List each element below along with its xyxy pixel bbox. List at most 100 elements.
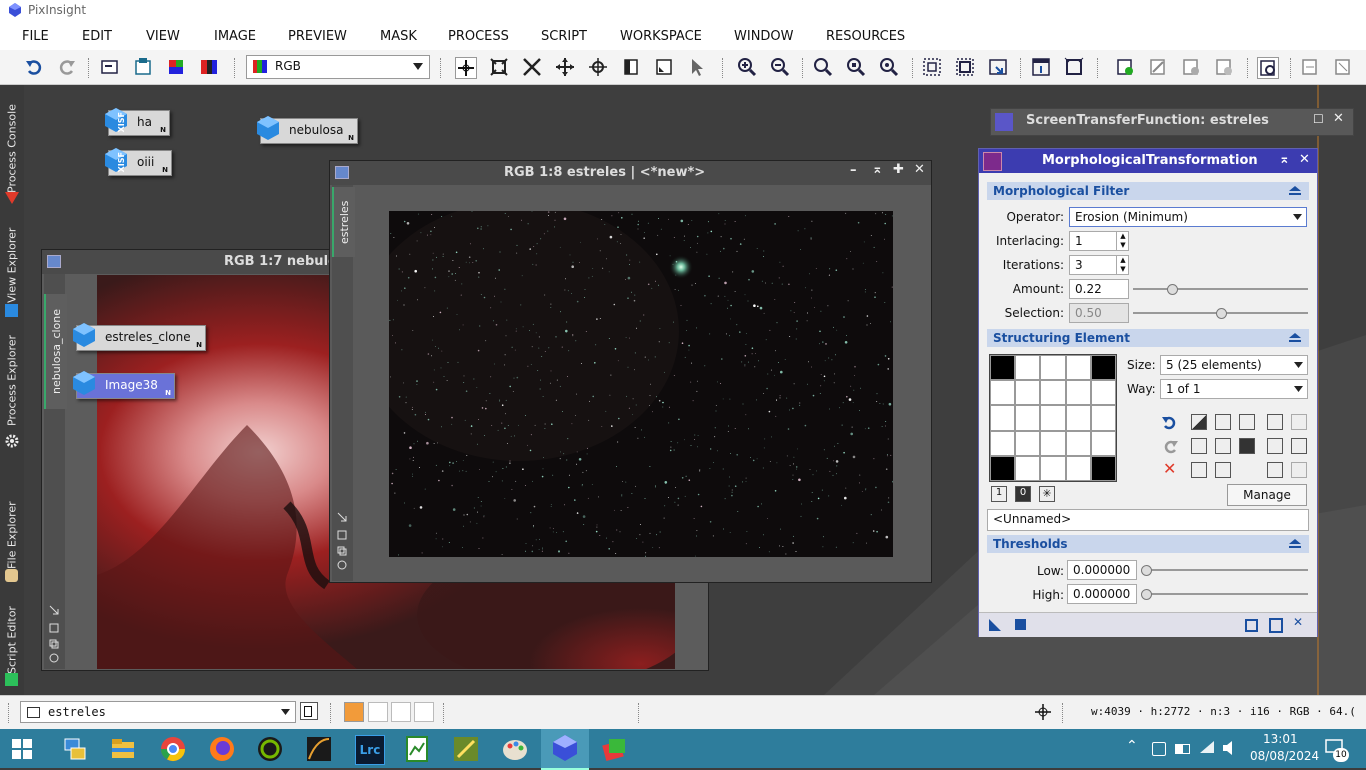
selection-slider-handle[interactable] [1216, 308, 1227, 319]
iterations-stepper[interactable]: ▲▼ [1116, 256, 1129, 274]
structure-cell[interactable] [990, 380, 1015, 405]
stf-close-icon[interactable]: ✕ [1333, 111, 1344, 126]
nvidia-app-icon[interactable] [256, 735, 284, 763]
amount-slider[interactable] [1133, 288, 1308, 290]
mask-select-icon[interactable] [1148, 57, 1168, 77]
windows-start-icon[interactable] [12, 739, 32, 759]
zoom-out-icon[interactable] [770, 57, 790, 77]
structure-name-field[interactable]: <Unnamed> [987, 509, 1309, 531]
stf-float-icon[interactable]: ☐ [1313, 112, 1324, 126]
browse-doc-icon[interactable] [1245, 619, 1258, 632]
lightroom-classic-icon[interactable]: Lrc [355, 735, 385, 765]
copy-way-icon[interactable] [1267, 438, 1283, 454]
orthogonal-structure-icon[interactable] [1191, 462, 1207, 478]
new-instance-icon[interactable] [989, 619, 1001, 631]
paste-way-icon[interactable] [1291, 438, 1307, 454]
structure-cell[interactable] [1091, 456, 1116, 481]
structure-cell[interactable] [1066, 380, 1091, 405]
section-thresholds[interactable]: Thresholds [987, 535, 1309, 553]
volume-icon[interactable] [1222, 740, 1238, 756]
structure-cell[interactable] [1015, 431, 1040, 456]
menu-image[interactable]: IMAGE [214, 29, 256, 44]
high-slider[interactable] [1143, 593, 1308, 595]
menu-window[interactable]: WINDOW [734, 29, 794, 44]
morph-titlebar[interactable]: MorphologicalTransformation ⌅ ✕ [979, 149, 1317, 173]
fullscreen-icon[interactable] [1064, 57, 1084, 77]
view-toggle-icon[interactable] [300, 702, 318, 720]
apply-icon[interactable] [1015, 619, 1026, 630]
preview-slot-1[interactable] [344, 702, 364, 722]
mask-remove-icon[interactable] [1181, 57, 1201, 77]
section-morphological-filter[interactable]: Morphological Filter [987, 182, 1309, 200]
pan-mode-icon[interactable] [522, 57, 542, 77]
pixinsight-task-active[interactable] [541, 729, 589, 770]
zoom-in-icon[interactable] [737, 57, 757, 77]
stf-window[interactable]: ScreenTransferFunction: estreles ☐ ✕ [990, 108, 1354, 136]
shade-icon[interactable]: ⌅ [872, 162, 883, 177]
structure-cell[interactable] [1066, 405, 1091, 430]
selection-field[interactable]: 0.50 [1069, 303, 1129, 323]
diagonal-structure-icon[interactable] [1215, 462, 1231, 478]
reset-icon[interactable]: ✕ [1293, 615, 1303, 629]
structure-cell[interactable] [1040, 456, 1065, 481]
zoom-mode-icon[interactable] [489, 57, 509, 77]
preview-slot-4[interactable] [414, 702, 434, 722]
maximize-window-icon[interactable] [1031, 57, 1051, 77]
amount-field[interactable]: 0.22 [1069, 279, 1129, 299]
structure-cell[interactable] [1015, 380, 1040, 405]
high-slider-handle[interactable] [1141, 589, 1152, 600]
clock-time[interactable]: 13:01 [1263, 732, 1298, 746]
structure-cell[interactable] [1091, 355, 1116, 380]
channel-extract-icon[interactable] [166, 57, 186, 77]
file-explorer-icon[interactable] [109, 735, 137, 763]
battery-icon[interactable] [1175, 744, 1190, 754]
set-one-icon[interactable] [1239, 414, 1255, 430]
zoom-2-1-icon[interactable] [879, 57, 899, 77]
rotate-structure-icon[interactable] [1215, 414, 1231, 430]
icon-nebulosa[interactable]: nebulosaN [260, 118, 358, 144]
invert-structure-icon[interactable] [1191, 414, 1207, 430]
structure-cell[interactable] [1066, 456, 1091, 481]
move-icon[interactable] [555, 57, 575, 77]
sparkle-app-icon[interactable] [452, 735, 480, 763]
structure-cell[interactable] [1040, 380, 1065, 405]
readout-mode-icon[interactable] [455, 57, 477, 79]
structure-cell[interactable] [1015, 405, 1040, 430]
way-select[interactable]: 1 of 1 [1160, 379, 1308, 399]
clear-structure-icon[interactable] [1239, 438, 1255, 454]
low-field[interactable]: 0.000000 [1067, 560, 1137, 580]
tab-process-explorer[interactable]: Process Explorer [2, 325, 22, 435]
paint-app-icon[interactable] [501, 735, 529, 763]
firefox-icon[interactable] [208, 735, 236, 763]
icon-estreles-clone[interactable]: estreles_cloneN [76, 325, 206, 351]
star-structure-icon[interactable]: ✳ [1039, 486, 1055, 502]
new-mask-icon[interactable] [1115, 57, 1135, 77]
wifi-icon[interactable] [1199, 740, 1215, 754]
center-icon[interactable] [588, 57, 608, 77]
new-preview-icon[interactable] [621, 57, 641, 77]
pointer-icon[interactable] [687, 57, 707, 77]
section-structuring-element[interactable]: Structuring Element [987, 329, 1309, 347]
structure-cell[interactable] [1040, 355, 1065, 380]
set-all-zeros-icon[interactable]: 0 [1015, 486, 1031, 502]
window-estreles-titlebar[interactable]: RGB 1:8 estreles | <*new*> – ⌅ ✚ ✕ [330, 161, 931, 185]
menu-file[interactable]: FILE [22, 29, 49, 44]
notepad-app-icon[interactable] [403, 735, 431, 763]
close-icon[interactable]: ✕ [914, 162, 925, 177]
zoom-1-1-icon[interactable] [846, 57, 866, 77]
tab-estreles[interactable]: estreles [332, 187, 355, 257]
menu-script[interactable]: SCRIPT [541, 29, 587, 44]
structure-cell[interactable] [1040, 431, 1065, 456]
diamond-structure-icon[interactable] [1215, 438, 1231, 454]
structure-cell[interactable] [1015, 355, 1040, 380]
gallery-app-icon[interactable] [601, 735, 629, 763]
network-app-icon[interactable] [61, 735, 89, 763]
structure-cell[interactable] [990, 355, 1015, 380]
interlacing-stepper[interactable]: ▲▼ [1116, 232, 1129, 250]
mask-unlink-icon[interactable] [1333, 57, 1353, 77]
auto-fit-icon[interactable] [988, 57, 1008, 77]
channel-select[interactable]: RGB [246, 55, 430, 79]
manage-button[interactable]: Manage [1227, 484, 1307, 506]
menu-resources[interactable]: RESOURCES [826, 29, 905, 44]
size-select[interactable]: 5 (25 elements) [1160, 355, 1308, 375]
